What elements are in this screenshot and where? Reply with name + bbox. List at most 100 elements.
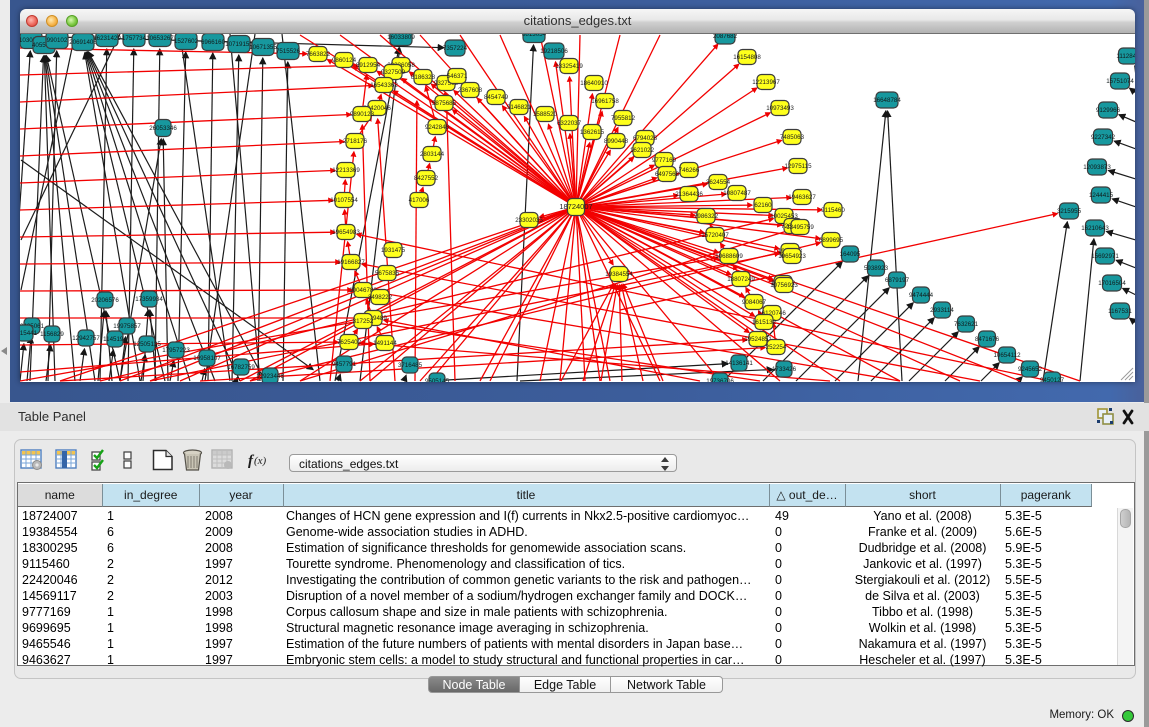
svg-text:14136141: 14136141 bbox=[725, 360, 753, 367]
svg-text:5875685: 5875685 bbox=[432, 100, 457, 107]
svg-text:2718176: 2718176 bbox=[343, 138, 368, 145]
svg-text:18640910: 18640910 bbox=[580, 80, 608, 87]
svg-text:16961758: 16961758 bbox=[591, 98, 619, 105]
svg-text:5938923: 5938923 bbox=[864, 265, 889, 272]
svg-text:19736706: 19736706 bbox=[706, 378, 734, 382]
svg-text:6899695: 6899695 bbox=[819, 237, 844, 244]
svg-text:9084067: 9084067 bbox=[742, 299, 767, 306]
svg-text:10958107: 10958107 bbox=[193, 355, 221, 362]
svg-text:2367608: 2367608 bbox=[458, 87, 483, 94]
svg-text:6966160: 6966160 bbox=[201, 39, 226, 46]
svg-text:(x): (x) bbox=[254, 455, 267, 467]
svg-text:9242848: 9242848 bbox=[425, 124, 450, 131]
svg-text:1757734: 1757734 bbox=[122, 35, 147, 42]
svg-text:7625402: 7625402 bbox=[337, 339, 362, 346]
svg-text:9327509: 9327509 bbox=[381, 69, 406, 76]
svg-text:19654983: 19654983 bbox=[332, 229, 360, 236]
svg-text:16543362: 16543362 bbox=[370, 82, 398, 89]
svg-text:62160: 62160 bbox=[754, 202, 772, 209]
svg-text:1145194: 1145194 bbox=[103, 336, 127, 343]
svg-text:3215955: 3215955 bbox=[1057, 208, 1082, 215]
svg-text:5675835: 5675835 bbox=[375, 270, 400, 277]
svg-text:12923446: 12923446 bbox=[256, 373, 284, 380]
svg-text:7515526: 7515526 bbox=[276, 48, 301, 55]
svg-text:9129966: 9129966 bbox=[1096, 107, 1121, 114]
svg-text:16033809: 16033809 bbox=[387, 34, 415, 41]
svg-text:9457791: 9457791 bbox=[332, 361, 357, 368]
svg-text:8427552: 8427552 bbox=[414, 175, 439, 182]
svg-text:7986322: 7986322 bbox=[694, 213, 719, 220]
svg-text:10973493: 10973493 bbox=[766, 105, 794, 112]
svg-text:9890123: 9890123 bbox=[350, 111, 375, 118]
svg-text:16782759: 16782759 bbox=[227, 364, 255, 371]
svg-text:1167531: 1167531 bbox=[1108, 308, 1132, 315]
svg-text:1621022: 1621022 bbox=[630, 147, 655, 154]
svg-text:19384554: 19384554 bbox=[605, 271, 633, 278]
svg-text:1527602: 1527602 bbox=[174, 38, 199, 45]
svg-text:3498222: 3498222 bbox=[368, 294, 393, 301]
svg-text:417006: 417006 bbox=[409, 197, 430, 204]
svg-text:16210643: 16210643 bbox=[1081, 225, 1109, 232]
svg-text:16231429: 16231429 bbox=[93, 35, 121, 42]
svg-text:12975115: 12975115 bbox=[784, 163, 812, 170]
svg-text:6879197: 6879197 bbox=[885, 277, 910, 284]
svg-text:10671355: 10671355 bbox=[249, 44, 277, 51]
svg-text:10653267: 10653267 bbox=[146, 35, 174, 42]
svg-text:8813054: 8813054 bbox=[522, 34, 547, 38]
svg-text:1931475: 1931475 bbox=[381, 247, 406, 254]
svg-text:19975857: 19975857 bbox=[113, 323, 141, 330]
svg-text:10654112: 10654112 bbox=[993, 352, 1021, 359]
svg-text:7357224: 7357224 bbox=[443, 45, 468, 52]
svg-text:317252: 317252 bbox=[353, 318, 374, 325]
svg-text:1615132: 1615132 bbox=[752, 319, 777, 326]
svg-text:8186328: 8186328 bbox=[411, 74, 436, 81]
svg-text:1362615: 1362615 bbox=[580, 129, 605, 136]
svg-text:15720407: 15720407 bbox=[701, 232, 729, 239]
svg-text:10807487: 10807487 bbox=[723, 190, 751, 197]
svg-text:12942757: 12942757 bbox=[72, 335, 100, 342]
svg-text:8912954: 8912954 bbox=[356, 62, 381, 69]
svg-text:990102: 990102 bbox=[47, 37, 68, 44]
svg-text:1112843: 1112843 bbox=[1116, 53, 1135, 60]
svg-text:19463627: 19463627 bbox=[788, 194, 816, 201]
svg-text:1244415: 1244415 bbox=[1089, 192, 1114, 199]
svg-text:9505145: 9505145 bbox=[425, 378, 450, 382]
svg-text:10756923: 10756923 bbox=[770, 282, 798, 289]
svg-text:7632621: 7632621 bbox=[954, 321, 979, 328]
svg-text:3915441: 3915441 bbox=[20, 330, 38, 337]
svg-text:10688609: 10688609 bbox=[715, 253, 743, 260]
svg-text:9450127: 9450127 bbox=[1040, 377, 1065, 382]
svg-text:10107554: 10107554 bbox=[330, 197, 358, 204]
svg-text:2933114: 2933114 bbox=[930, 307, 954, 314]
svg-text:18807249: 18807249 bbox=[727, 276, 755, 283]
svg-text:19218506: 19218506 bbox=[540, 48, 568, 55]
svg-text:12213967: 12213967 bbox=[752, 79, 780, 86]
svg-text:6322037: 6322037 bbox=[557, 120, 582, 127]
svg-text:6794028: 6794028 bbox=[633, 135, 658, 142]
svg-text:1156829: 1156829 bbox=[40, 331, 64, 338]
svg-text:7663822: 7663822 bbox=[306, 51, 331, 58]
svg-text:7485063: 7485063 bbox=[780, 134, 805, 141]
svg-text:7955812: 7955812 bbox=[611, 115, 636, 122]
svg-text:15751074: 15751074 bbox=[1106, 78, 1134, 85]
svg-text:8454749: 8454749 bbox=[484, 94, 509, 101]
svg-text:18724007: 18724007 bbox=[559, 202, 592, 211]
svg-text:15692971: 15692971 bbox=[1091, 253, 1119, 260]
svg-text:546371: 546371 bbox=[447, 73, 468, 80]
svg-text:19166827: 19166827 bbox=[337, 259, 365, 266]
svg-text:23302035: 23302035 bbox=[515, 217, 543, 224]
svg-text:8471676: 8471676 bbox=[975, 336, 1000, 343]
svg-text:3716485: 3716485 bbox=[398, 362, 423, 369]
svg-text:1733426: 1733426 bbox=[772, 366, 797, 373]
svg-text:12213369: 12213369 bbox=[332, 167, 360, 174]
svg-text:9115460: 9115460 bbox=[821, 207, 845, 214]
svg-text:8990448: 8990448 bbox=[604, 138, 629, 145]
svg-text:9860124: 9860124 bbox=[332, 57, 357, 64]
svg-text:13495759: 13495759 bbox=[786, 224, 814, 231]
svg-text:3624554: 3624554 bbox=[706, 179, 731, 186]
svg-text:21364436: 21364436 bbox=[675, 191, 703, 198]
svg-text:12093873: 12093873 bbox=[1083, 164, 1111, 171]
svg-text:2087682: 2087682 bbox=[713, 34, 738, 40]
svg-text:2803144: 2803144 bbox=[420, 151, 445, 158]
svg-text:9227342: 9227342 bbox=[1091, 134, 1116, 141]
